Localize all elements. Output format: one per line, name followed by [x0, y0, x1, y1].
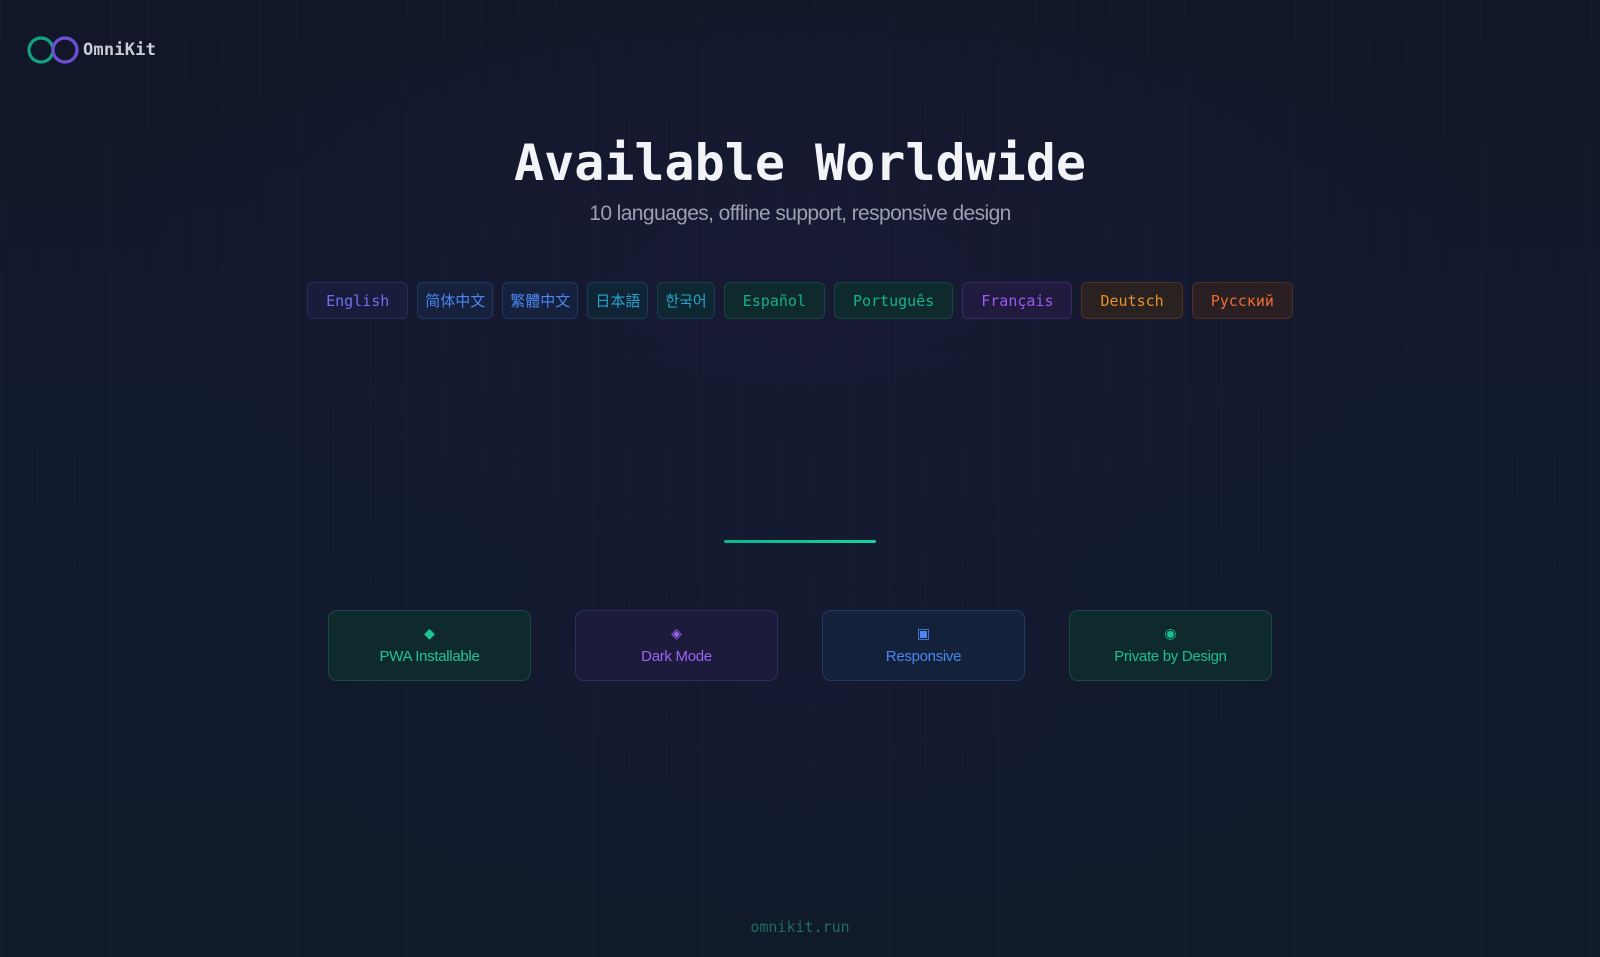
- language-chip[interactable]: Deutsch: [1081, 282, 1183, 319]
- language-chip[interactable]: 日本語: [587, 282, 649, 319]
- diamond-outline-icon: ◈: [671, 626, 682, 642]
- language-chip[interactable]: English: [307, 282, 409, 319]
- circle-target-icon: ◉: [1164, 626, 1177, 642]
- page-title: Available Worldwide: [514, 134, 1086, 192]
- language-chip[interactable]: Français: [962, 282, 1073, 319]
- language-chip[interactable]: Русский: [1191, 282, 1293, 319]
- page-subtitle: 10 languages, offline support, responsiv…: [589, 202, 1011, 225]
- hero-section: Available Worldwide 10 languages, offlin…: [0, 128, 1600, 226]
- feature-label: Dark Mode: [641, 648, 712, 665]
- feature-label: Private by Design: [1114, 648, 1227, 665]
- brand-name: OmniKit: [83, 40, 157, 60]
- feature-card: ◈ Dark Mode: [575, 610, 778, 681]
- feature-list: ◆ PWA Installable ◈ Dark Mode ▣ Responsive ◉ Pr…: [0, 610, 1600, 681]
- square-icon: ▣: [916, 626, 931, 642]
- brand-logo[interactable]: OmniKit: [26, 35, 156, 65]
- diamond-icon: ◆: [424, 626, 435, 642]
- section-divider: [724, 540, 876, 543]
- language-chip[interactable]: Português: [833, 282, 954, 319]
- feature-card: ◉ Private by Design: [1069, 610, 1272, 681]
- feature-label: Responsive: [885, 648, 962, 665]
- language-chip[interactable]: Español: [723, 282, 825, 319]
- feature-label: PWA Installable: [379, 648, 480, 665]
- language-chip[interactable]: 简体中文: [417, 282, 494, 319]
- language-list: English 简体中文 繁體中文 日本語 한국어 Español Português Fra…: [0, 282, 1600, 319]
- infinity-rings-icon: [27, 36, 79, 64]
- language-chip[interactable]: 繁體中文: [502, 282, 579, 319]
- footer-url[interactable]: omnikit.run: [0, 918, 1600, 936]
- language-chip[interactable]: 한국어: [657, 282, 715, 319]
- feature-card: ▣ Responsive: [822, 610, 1025, 681]
- feature-card: ◆ PWA Installable: [328, 610, 531, 681]
